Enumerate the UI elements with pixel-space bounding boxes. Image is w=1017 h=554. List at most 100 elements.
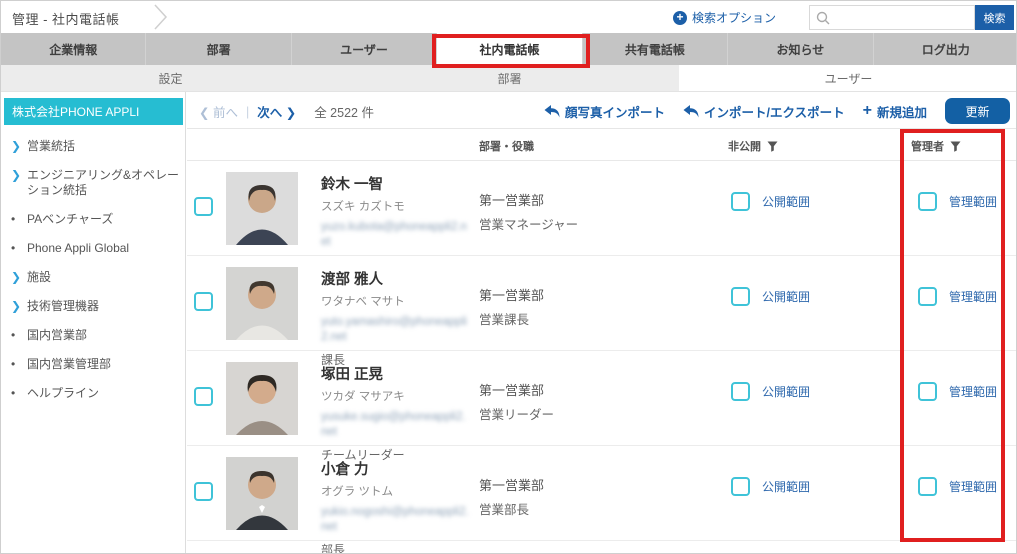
tree-item-label: 施設: [27, 270, 52, 284]
user-list-panel: ❮ 前へ | 次へ ❯ 全 2522 件 顔写真インポート インポート/エクスポ…: [187, 92, 1016, 553]
user-name[interactable]: 塚田 正晃: [321, 363, 473, 384]
admin-scope-cell: 管理範囲: [918, 192, 997, 211]
bullet-icon: •: [11, 212, 16, 226]
sidebar-item-facilities[interactable]: ❯ 施設: [1, 263, 186, 292]
tab-notices[interactable]: お知らせ: [728, 33, 874, 65]
prev-page-button[interactable]: ❮ 前へ: [199, 102, 238, 121]
sidebar-item-sales-general[interactable]: ❯ 営業統括: [1, 132, 186, 161]
import-arrow-icon: [544, 104, 560, 118]
user-name[interactable]: 渡部 雅人: [321, 268, 473, 289]
tab-department[interactable]: 部署: [146, 33, 292, 65]
photo-import-label: 顔写真インポート: [565, 105, 666, 120]
plus-circle-icon: +: [673, 10, 687, 25]
user-dept-role: 第一営業部 営業リーダー: [479, 380, 659, 423]
row-checkbox[interactable]: [194, 387, 213, 411]
user-email-blurred: yuzo.kubota@phoneappli2.net: [321, 221, 467, 248]
sidebar-item-domestic-sales[interactable]: • 国内営業部: [1, 321, 186, 350]
user-role: 営業リーダー: [479, 408, 555, 422]
table-header-row: 部署・役職 非公開 管理者: [187, 129, 1016, 161]
user-kana: ツカダ マサアキ: [321, 391, 405, 403]
chevron-right-icon: ❯: [11, 139, 22, 153]
tree-item-label: ヘルプライン: [27, 386, 100, 400]
user-department: 第一営業部: [479, 288, 545, 303]
update-button[interactable]: 更新: [945, 98, 1010, 124]
tree-item-label: PAベンチャーズ: [27, 212, 114, 226]
sidebar-item-engineering-operations[interactable]: ❯ エンジニアリング&オペレーション統括: [1, 161, 186, 205]
search-icon: [816, 11, 830, 25]
bullet-icon: •: [11, 241, 16, 255]
public-scope-link[interactable]: 公開範囲: [762, 478, 810, 495]
chevron-right-icon: ❯: [11, 168, 22, 182]
bullet-icon: •: [11, 357, 16, 371]
row-checkbox[interactable]: [194, 482, 213, 506]
user-department: 第一営業部: [479, 478, 545, 493]
public-scope-link[interactable]: 公開範囲: [762, 193, 810, 210]
search-button[interactable]: 検索: [975, 5, 1014, 30]
user-name[interactable]: 小倉 力: [321, 458, 473, 479]
sidebar-company-root[interactable]: 株式会社PHONE APPLI: [4, 98, 183, 125]
photo-import-button[interactable]: 顔写真インポート: [544, 102, 665, 121]
search-options-label: 検索オプション: [692, 11, 777, 25]
private-scope-cell: 公開範囲: [731, 192, 810, 211]
private-checkbox[interactable]: [731, 477, 750, 496]
public-scope-link[interactable]: 公開範囲: [762, 288, 810, 305]
tab-internal-directory[interactable]: 社内電話帳: [437, 33, 583, 65]
filter-icon[interactable]: [950, 141, 961, 152]
sidebar-item-tech-equipment[interactable]: ❯ 技術管理機器: [1, 292, 186, 321]
sidebar-item-pa-ventures[interactable]: • PAベンチャーズ: [1, 205, 186, 234]
private-checkbox[interactable]: [731, 287, 750, 306]
row-checkbox[interactable]: [194, 197, 213, 221]
public-scope-link[interactable]: 公開範囲: [762, 383, 810, 400]
import-export-button[interactable]: インポート/エクスポート: [683, 102, 845, 121]
column-header-admin: 管理者: [911, 138, 961, 154]
admin-checkbox[interactable]: [918, 477, 937, 496]
tab-company-info[interactable]: 企業情報: [1, 33, 147, 65]
sidebar-item-domestic-sales-admin[interactable]: • 国内営業管理部: [1, 350, 186, 379]
admin-checkbox[interactable]: [918, 382, 937, 401]
subtab-department[interactable]: 部署: [340, 65, 679, 91]
user-photo[interactable]: [226, 172, 298, 245]
search-options-button[interactable]: + 検索オプション: [673, 9, 776, 26]
admin-directory-window: 管理 - 社内電話帳 + 検索オプション 検索 企業情報 部署 ユーザー 社内電…: [0, 0, 1017, 554]
search-box: [809, 5, 975, 30]
chevron-right-icon: ❯: [11, 299, 22, 313]
private-checkbox[interactable]: [731, 382, 750, 401]
user-photo[interactable]: [226, 267, 298, 340]
search-input[interactable]: [830, 10, 974, 25]
add-new-label: 新規追加: [876, 105, 927, 120]
sidebar-item-helpline[interactable]: • ヘルプライン: [1, 379, 186, 408]
user-role: 営業マネージャー: [479, 218, 579, 232]
filter-icon[interactable]: [767, 141, 778, 152]
tree-item-label: エンジニアリング&オペレーション統括: [27, 168, 180, 197]
user-photo[interactable]: [226, 457, 298, 530]
subtab-settings[interactable]: 設定: [1, 65, 340, 91]
admin-scope-link[interactable]: 管理範囲: [949, 478, 997, 495]
sub-tabbar: 設定 部署 ユーザー: [1, 65, 1016, 92]
user-dept-role: 第一営業部 営業課長: [479, 285, 659, 328]
column-header-dept-role: 部署・役職: [479, 141, 534, 153]
sidebar-item-phone-appli-global[interactable]: • Phone Appli Global: [1, 234, 186, 263]
add-new-button[interactable]: + 新規追加: [863, 102, 927, 121]
chevron-right-icon: ❯: [11, 270, 22, 284]
admin-scope-link[interactable]: 管理範囲: [949, 288, 997, 305]
tab-user[interactable]: ユーザー: [292, 33, 438, 65]
user-name[interactable]: 鈴木 一智: [321, 173, 473, 194]
admin-checkbox[interactable]: [918, 287, 937, 306]
tree-item-label: 営業統括: [27, 139, 76, 153]
admin-scope-link[interactable]: 管理範囲: [949, 383, 997, 400]
private-checkbox[interactable]: [731, 192, 750, 211]
user-department: 第一営業部: [479, 383, 545, 398]
row-checkbox[interactable]: [194, 292, 213, 316]
user-photo[interactable]: [226, 362, 298, 435]
next-page-button[interactable]: 次へ ❯: [257, 102, 296, 121]
column-header-private: 非公開: [728, 138, 778, 154]
admin-scope-cell: 管理範囲: [918, 382, 997, 401]
total-count-label: 全 2522 件: [314, 106, 374, 120]
tab-shared-directory[interactable]: 共有電話帳: [583, 33, 729, 65]
subtab-user[interactable]: ユーザー: [679, 65, 1016, 91]
bullet-icon: •: [11, 328, 16, 342]
admin-checkbox[interactable]: [918, 192, 937, 211]
plus-icon: +: [862, 102, 872, 119]
admin-scope-link[interactable]: 管理範囲: [949, 193, 997, 210]
tab-log-export[interactable]: ログ出力: [874, 33, 1016, 65]
